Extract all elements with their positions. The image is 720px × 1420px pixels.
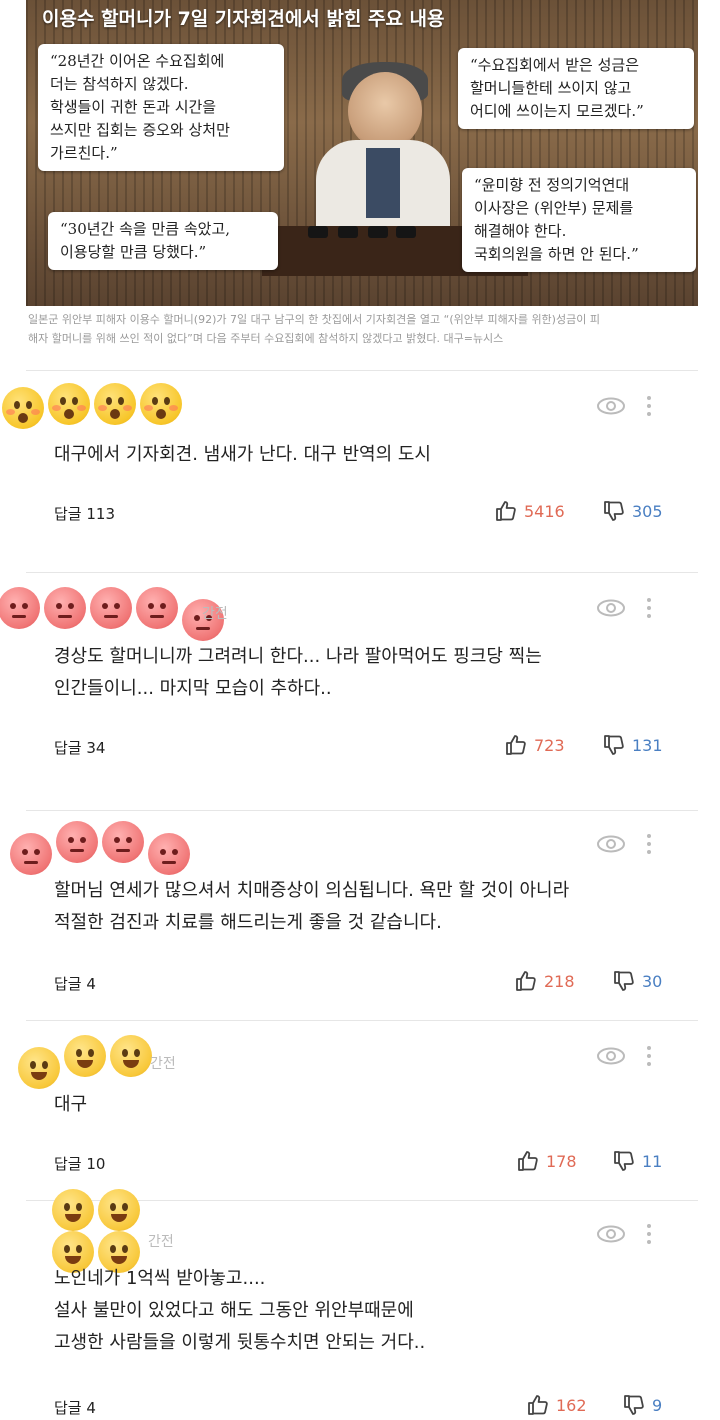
- emoji-sticker-group: [0, 587, 228, 641]
- dislike-count: 30: [642, 971, 663, 991]
- reply-button[interactable]: 답글 4: [54, 973, 96, 994]
- quote-bubble-4: “윤미향 전 정의기억연대 이사장은 (위안부) 문제를 해결해야 한다. 국회…: [462, 168, 696, 272]
- angry-emoji-icon: [56, 821, 98, 863]
- comment-time: 간전: [150, 1056, 176, 1072]
- like-count: 218: [544, 971, 575, 991]
- comment-item: 간전 경상도 할머니니까 그려려니 한다... 나라 팔아먹어도 핑크당 찍는 …: [0, 572, 698, 805]
- shock-emoji-icon: [140, 383, 182, 425]
- comment-time: 간전: [148, 1234, 174, 1250]
- photo-caption: 일본군 위안부 피해자 이용수 할머니(92)가 7일 대구 남구의 한 찻집에…: [28, 313, 600, 345]
- comment-text: 대구: [54, 1094, 88, 1115]
- emoji-sticker-group: [18, 1035, 156, 1089]
- like-count: 162: [556, 1395, 587, 1415]
- emoji-sticker-group: [2, 383, 186, 429]
- angry-emoji-icon: [136, 587, 178, 629]
- comment-item: 간전 노인네가 1억씩 받아놓고.... 설사 불만이 있었다고 해도 그동안 …: [26, 1189, 698, 1420]
- dislike-button[interactable]: 131: [602, 733, 663, 757]
- angry-emoji-icon: [44, 587, 86, 629]
- reply-button[interactable]: 답글 10: [54, 1153, 105, 1174]
- thumbs-down-icon: [624, 1395, 644, 1415]
- thumbs-down-icon: [604, 501, 624, 521]
- eye-icon[interactable]: [596, 835, 626, 853]
- comment-text: 경상도 할머니니까 그려려니 한다... 나라 팔아먹어도 핑크당 찍는 인간들…: [54, 646, 542, 699]
- thumbs-up-icon: [516, 971, 536, 991]
- person-face: [348, 72, 422, 150]
- microphone: [396, 226, 416, 238]
- dislike-count: 9: [652, 1395, 663, 1415]
- thumbs-down-icon: [604, 735, 624, 755]
- dislike-count: 131: [632, 735, 663, 755]
- thumbs-up-icon: [496, 501, 516, 521]
- microphone: [308, 226, 328, 238]
- eye-icon[interactable]: [596, 599, 626, 617]
- more-vertical-icon[interactable]: [646, 597, 652, 619]
- dislike-button[interactable]: 9: [622, 1393, 662, 1417]
- angry-emoji-icon: [0, 587, 40, 629]
- tongue-emoji-icon: [64, 1035, 106, 1077]
- more-vertical-icon[interactable]: [646, 395, 652, 417]
- comment-time: 간전: [202, 606, 228, 622]
- reply-button[interactable]: 답글 4: [54, 1397, 96, 1418]
- comment-item: 대구에서 기자회견. 냄새가 난다. 대구 반역의 도시 답글 113 5416…: [2, 370, 698, 559]
- more-vertical-icon[interactable]: [646, 1045, 652, 1067]
- dislike-button[interactable]: 30: [612, 969, 662, 993]
- emoji-sticker-group: [52, 1189, 148, 1273]
- dislike-count: 305: [632, 501, 663, 521]
- eye-icon[interactable]: [596, 1047, 626, 1065]
- like-button[interactable]: 178: [516, 1149, 577, 1173]
- dislike-count: 11: [642, 1151, 663, 1171]
- reply-button[interactable]: 답글 113: [54, 503, 115, 524]
- thumbs-up-icon: [528, 1395, 548, 1415]
- eye-icon[interactable]: [596, 1225, 626, 1243]
- angry-emoji-icon: [102, 821, 144, 863]
- thumbs-up-icon: [506, 735, 526, 755]
- tongue-emoji-icon: [98, 1189, 140, 1231]
- quote-bubble-1: “28년간 이어온 수요집회에 더는 참석하지 않겠다. 학생들이 귀한 돈과 …: [38, 44, 284, 171]
- shock-emoji-icon: [2, 387, 44, 429]
- like-count: 5416: [524, 501, 565, 521]
- angry-emoji-icon: [90, 587, 132, 629]
- tongue-emoji-icon: [52, 1189, 94, 1231]
- dislike-button[interactable]: 305: [602, 499, 663, 523]
- person-scarf: [366, 148, 400, 218]
- like-button[interactable]: 5416: [494, 499, 565, 523]
- comment-item: 할머님 연세가 많으셔서 치매증상이 의심됩니다. 욕만 할 것이 아니라 적절…: [10, 810, 698, 1015]
- emoji-sticker-group: [10, 821, 194, 875]
- like-button[interactable]: 723: [504, 733, 565, 757]
- photo-headline: 이용수 할머니가 7일 기자회견에서 밝힌 주요 내용: [42, 8, 445, 30]
- thumbs-down-icon: [614, 1151, 634, 1171]
- news-photo: 이용수 할머니가 7일 기자회견에서 밝힌 주요 내용 “28년간 이어온 수요…: [26, 0, 698, 306]
- microphone: [368, 226, 388, 238]
- thumbs-down-icon: [614, 971, 634, 991]
- comment-text: 노인네가 1억씩 받아놓고.... 설사 불만이 있었다고 해도 그동안 위안부…: [54, 1268, 426, 1353]
- quote-bubble-2: “수요집회에서 받은 성금은 할머니들한테 쓰이지 않고 어디에 쓰이는지 모르…: [458, 48, 694, 129]
- angry-emoji-icon: [148, 833, 190, 875]
- like-count: 723: [534, 735, 565, 755]
- shock-emoji-icon: [48, 383, 90, 425]
- microphone: [338, 226, 358, 238]
- like-button[interactable]: 218: [514, 969, 575, 993]
- quote-bubble-3: “30년간 속을 만큼 속았고, 이용당할 만큼 당했다.”: [48, 212, 278, 270]
- reply-button[interactable]: 답글 34: [54, 737, 105, 758]
- tongue-emoji-icon: [18, 1047, 60, 1089]
- like-button[interactable]: 162: [526, 1393, 587, 1417]
- shock-emoji-icon: [94, 383, 136, 425]
- eye-icon[interactable]: [596, 397, 626, 415]
- thumbs-up-icon: [518, 1151, 538, 1171]
- comment-text: 대구에서 기자회견. 냄새가 난다. 대구 반역의 도시: [54, 444, 431, 465]
- more-vertical-icon[interactable]: [646, 833, 652, 855]
- comment-text: 할머님 연세가 많으셔서 치매증상이 의심됩니다. 욕만 할 것이 아니라 적절…: [54, 880, 570, 933]
- dislike-button[interactable]: 11: [612, 1149, 662, 1173]
- like-count: 178: [546, 1151, 577, 1171]
- more-vertical-icon[interactable]: [646, 1223, 652, 1245]
- angry-emoji-icon: [10, 833, 52, 875]
- comment-item: 간전 대구 답글 10 178 11: [18, 1020, 698, 1191]
- tongue-emoji-icon: [110, 1035, 152, 1077]
